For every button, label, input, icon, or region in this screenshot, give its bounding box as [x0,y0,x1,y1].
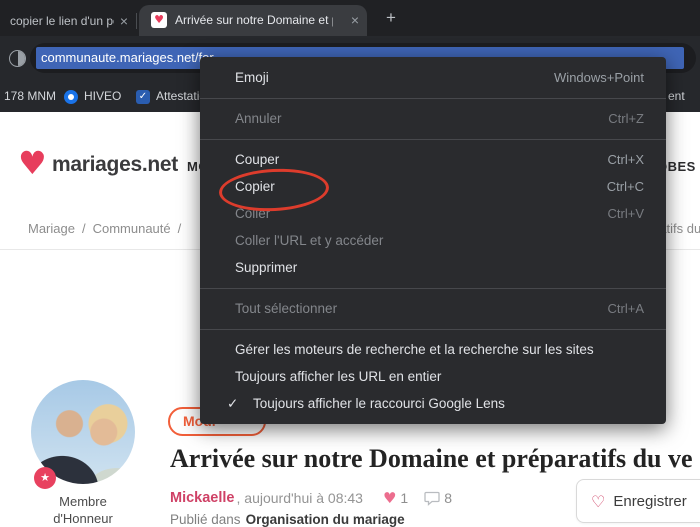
tab-close-icon[interactable]: × [120,13,128,29]
menu-shortcut: Ctrl+X [607,152,644,167]
menu-shortcut: Windows+Point [554,70,644,85]
checkmark-icon: ✓ [227,396,239,412]
breadcrumb: Mariage / Communauté / [28,221,188,236]
mariages-favicon-heart-icon: ♥ [151,12,167,28]
menu-item-emoji[interactable]: Emoji Windows+Point [200,64,666,91]
menu-separator [200,97,666,99]
comment-icon[interactable] [424,491,440,506]
menu-separator [200,138,666,140]
save-button[interactable]: ♡ Enregistrer [576,479,700,523]
tab-1-title: copier le lien d'un po [10,14,114,28]
menu-separator [200,287,666,289]
site-logo[interactable]: mariages.net [52,153,178,177]
published-prefix: Publié dans [170,512,241,527]
tab-divider [136,13,137,29]
menu-shortcut: Ctrl+V [607,206,644,221]
hiveo-favicon-icon [64,90,78,104]
post-author[interactable]: Mickaelle [170,490,235,506]
menu-shortcut: Ctrl+Z [608,111,644,126]
bookmark-fragment[interactable]: ent [668,89,685,103]
menu-item-supprimer[interactable]: Supprimer [200,254,666,281]
member-star-icon: ★ [34,467,56,489]
context-menu: Emoji Windows+Point Annuler Ctrl+Z Coupe… [200,57,666,424]
save-heart-icon: ♡ [591,491,606,511]
menu-item-afficher-url-entier[interactable]: Toujours afficher les URL en entier [200,363,666,390]
published-line: Publié dans Organisation du mariage [170,512,405,527]
breadcrumb-item-communaute[interactable]: Communauté [93,221,171,236]
member-honor-label-1: Membre [59,494,107,509]
split-circle-icon[interactable] [9,50,26,67]
post-byline: Mickaelle , aujourd'hui à 08:43 ♥ 1 8 [170,489,452,507]
tab-2-title: Arrivée sur notre Domaine et pr [175,13,333,27]
bookmark-attestation[interactable]: Attestatio [156,89,206,103]
bookmark-hiveo[interactable]: HIVEO [84,89,121,103]
tab-1[interactable]: copier le lien d'un po × [0,6,134,36]
breadcrumb-item-mariage[interactable]: Mariage [28,221,75,236]
tab-2-active[interactable]: ♥ Arrivée sur notre Domaine et pr × [139,5,367,36]
menu-item-gerer-moteurs[interactable]: Gérer les moteurs de recherche et la rec… [200,336,666,363]
post-meta: , aujourd'hui à 08:43 [236,490,363,506]
post-category[interactable]: Organisation du mariage [246,512,405,527]
bookmark-178-mnm[interactable]: 178 MNM [4,89,56,103]
menu-item-tout-selectionner: Tout sélectionner Ctrl+A [200,295,666,322]
menu-item-raccourci-google-lens[interactable]: ✓ Toujours afficher le raccourci Google L… [200,390,666,417]
post-title: Arrivée sur notre Domaine et préparatifs… [170,444,693,473]
logo-heart-icon: ♥ [18,144,47,182]
new-tab-button[interactable]: + [380,7,402,29]
member-honor-label-2: d'Honneur [53,511,113,526]
likes-heart-icon[interactable]: ♥ [383,489,396,507]
comments-count[interactable]: 8 [444,490,452,506]
likes-count[interactable]: 1 [400,490,408,506]
attestation-favicon-icon: ✓ [136,90,150,104]
menu-shortcut: Ctrl+A [607,301,644,316]
tab-close-icon[interactable]: × [351,12,359,28]
menu-separator [200,328,666,330]
breadcrumb-separator: / [81,221,86,236]
save-button-label: Enregistrer [613,492,687,510]
breadcrumb-separator: / [177,221,182,236]
menu-item-coller-url: Coller l'URL et y accéder [235,233,384,248]
menu-shortcut: Ctrl+C [606,179,644,194]
menu-item-annuler: Annuler Ctrl+Z [200,105,666,132]
